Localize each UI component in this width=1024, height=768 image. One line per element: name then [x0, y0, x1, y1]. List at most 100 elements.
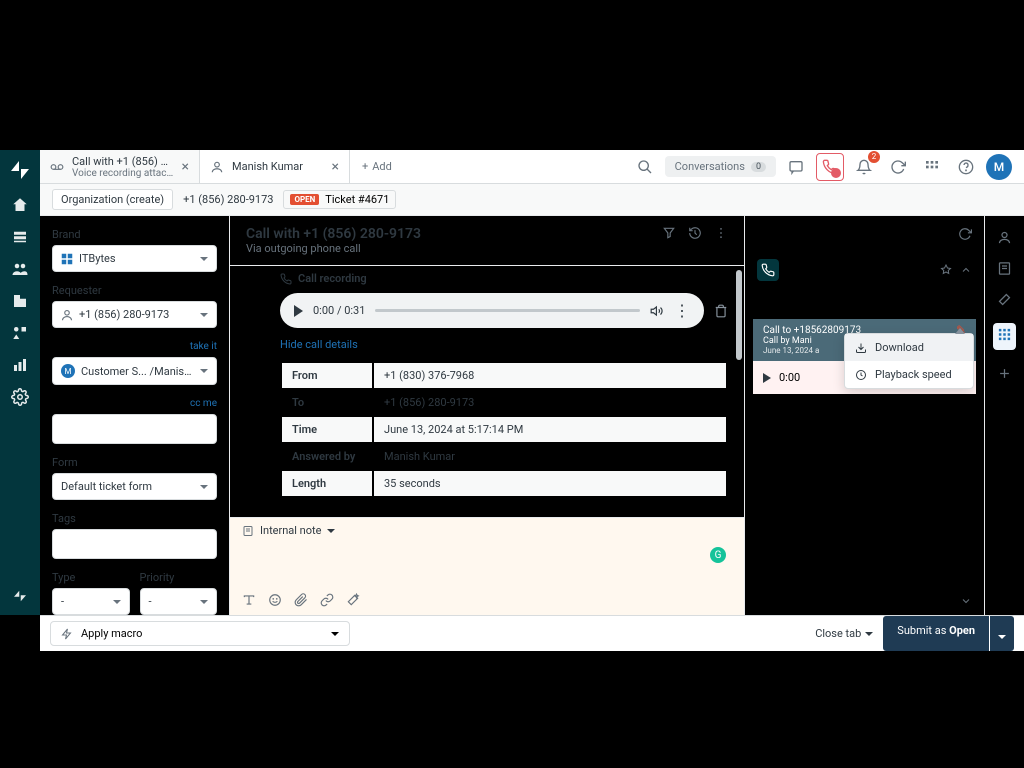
- chevron-down-icon[interactable]: [960, 595, 972, 607]
- priority-select[interactable]: -: [140, 588, 218, 615]
- tab-call[interactable]: Call with +1 (856) 280-9... Voice record…: [40, 150, 200, 183]
- help-button[interactable]: [952, 153, 980, 181]
- chevron-down-icon: [200, 485, 208, 489]
- grammarly-icon[interactable]: G: [710, 547, 726, 563]
- brand-label: Brand: [52, 228, 217, 241]
- phone-icon: [280, 273, 292, 285]
- submit-button[interactable]: Submit as Open: [883, 616, 989, 651]
- play-icon[interactable]: [294, 305, 303, 317]
- trash-icon[interactable]: [714, 304, 728, 318]
- home-icon[interactable]: [11, 196, 29, 214]
- chevron-down-icon: [865, 632, 873, 636]
- conversations-button[interactable]: Conversations 0: [665, 156, 776, 177]
- close-icon[interactable]: ×: [182, 159, 189, 175]
- search-button[interactable]: [631, 153, 659, 181]
- organizations-icon[interactable]: [11, 292, 29, 310]
- ticket-status-pill[interactable]: OPEN Ticket #4671: [283, 190, 396, 209]
- apps-icon-active[interactable]: [993, 323, 1016, 350]
- download-icon: [855, 342, 867, 354]
- history-icon[interactable]: [688, 226, 702, 240]
- customers-icon[interactable]: [11, 260, 29, 278]
- tab-user[interactable]: Manish Kumar ×: [200, 150, 350, 183]
- add-tab-button[interactable]: + Add: [350, 150, 404, 183]
- apps-grid-button[interactable]: [918, 153, 946, 181]
- phone-button[interactable]: [816, 153, 844, 181]
- assignee-select[interactable]: M Customer S... /Manish Ku...: [52, 357, 217, 385]
- type-select[interactable]: -: [52, 588, 130, 615]
- ticket-form-sidebar: Brand ITBytes Requester +1 (856) 280-917…: [40, 216, 230, 615]
- tags-label: Tags: [52, 512, 217, 525]
- assignee-avatar: M: [61, 364, 75, 378]
- chevron-down-icon[interactable]: [327, 529, 335, 533]
- zendesk-small-icon[interactable]: [11, 587, 29, 605]
- call-details-table: From+1 (830) 376-7968 To+1 (856) 280-917…: [280, 361, 728, 498]
- text-format-icon[interactable]: [242, 593, 256, 607]
- chevron-down-icon: [200, 257, 208, 261]
- app-icon: [757, 259, 779, 281]
- recordings-heading: Recordings: [745, 289, 984, 319]
- composer-mode[interactable]: Internal note: [260, 524, 321, 537]
- priority-label: Priority: [140, 571, 218, 584]
- audio-player[interactable]: 0:00 / 0:31 ⋮: [280, 293, 704, 328]
- filter-icon[interactable]: [662, 226, 676, 240]
- user-icon[interactable]: [997, 230, 1012, 245]
- brand-icon: [61, 253, 73, 265]
- submit-dropdown[interactable]: [990, 616, 1014, 651]
- volume-icon[interactable]: [650, 304, 664, 318]
- audio-track[interactable]: [375, 309, 640, 312]
- brand-select[interactable]: ITBytes: [52, 245, 217, 272]
- views-icon[interactable]: [11, 228, 29, 246]
- link-icon[interactable]: [320, 593, 334, 607]
- chat-icon: [788, 159, 804, 175]
- magic-icon[interactable]: [997, 292, 1012, 307]
- grid-icon: [924, 159, 940, 175]
- pin-icon[interactable]: [940, 264, 952, 276]
- cc-me-link[interactable]: cc me: [190, 398, 217, 409]
- menu-download[interactable]: Download: [845, 334, 973, 361]
- top-tab-bar: Call with +1 (856) 280-9... Voice record…: [40, 150, 1024, 184]
- assignee-label: Assignee*: [52, 340, 102, 353]
- grid-icon: [997, 327, 1012, 342]
- organization-pill[interactable]: Organization (create): [52, 189, 173, 210]
- form-select[interactable]: Default ticket form: [52, 473, 217, 500]
- attachment-icon[interactable]: [294, 593, 308, 607]
- hide-details-link[interactable]: Hide call details: [280, 338, 728, 351]
- audio-time: 0:00 / 0:31: [313, 304, 365, 317]
- user-icon: [210, 160, 224, 174]
- refresh-button[interactable]: [884, 153, 912, 181]
- menu-playback-speed[interactable]: Playback speed: [845, 361, 973, 388]
- emoji-icon[interactable]: [268, 593, 282, 607]
- user-avatar[interactable]: M: [986, 154, 1012, 180]
- chat-button[interactable]: [782, 153, 810, 181]
- shapes-icon[interactable]: [11, 324, 29, 342]
- composer-textarea[interactable]: G: [230, 543, 744, 589]
- close-icon[interactable]: ×: [332, 159, 339, 175]
- notifications-button[interactable]: 2: [850, 153, 878, 181]
- more-icon[interactable]: [714, 226, 728, 240]
- conversation-panel: Call with +1 (856) 280-9173 Via outgoing…: [230, 216, 744, 615]
- refresh-icon[interactable]: [958, 227, 972, 241]
- conversation-body: Call recording 0:00 / 0:31 ⋮ Hide call d…: [230, 265, 744, 517]
- audio-more-icon[interactable]: ⋮: [674, 301, 690, 320]
- zendesk-logo-icon[interactable]: [8, 158, 32, 182]
- plus-icon: +: [362, 160, 368, 173]
- requester-select[interactable]: +1 (856) 280-9173: [52, 301, 217, 328]
- apply-macro-select[interactable]: Apply macro: [50, 621, 350, 646]
- close-tab-button[interactable]: Close tab: [815, 627, 873, 640]
- magic-icon[interactable]: [346, 593, 360, 607]
- apps-title: Apps: [757, 226, 787, 241]
- plus-icon[interactable]: [997, 366, 1012, 381]
- reporting-icon[interactable]: [11, 356, 29, 374]
- ccs-input[interactable]: [52, 414, 217, 444]
- chevron-up-icon[interactable]: [960, 264, 972, 276]
- knowledge-icon[interactable]: [997, 261, 1012, 276]
- chevron-down-icon: [113, 600, 121, 604]
- admin-icon[interactable]: [11, 388, 29, 406]
- app-download-recordings[interactable]: Download Call Recordings: [745, 251, 984, 289]
- left-nav-rail: [0, 150, 40, 615]
- scrollbar-thumb[interactable]: [736, 270, 742, 360]
- take-it-link[interactable]: take it: [190, 341, 217, 352]
- play-icon[interactable]: [763, 373, 771, 383]
- tags-input[interactable]: [52, 529, 217, 559]
- composer: Internal note G: [230, 517, 744, 615]
